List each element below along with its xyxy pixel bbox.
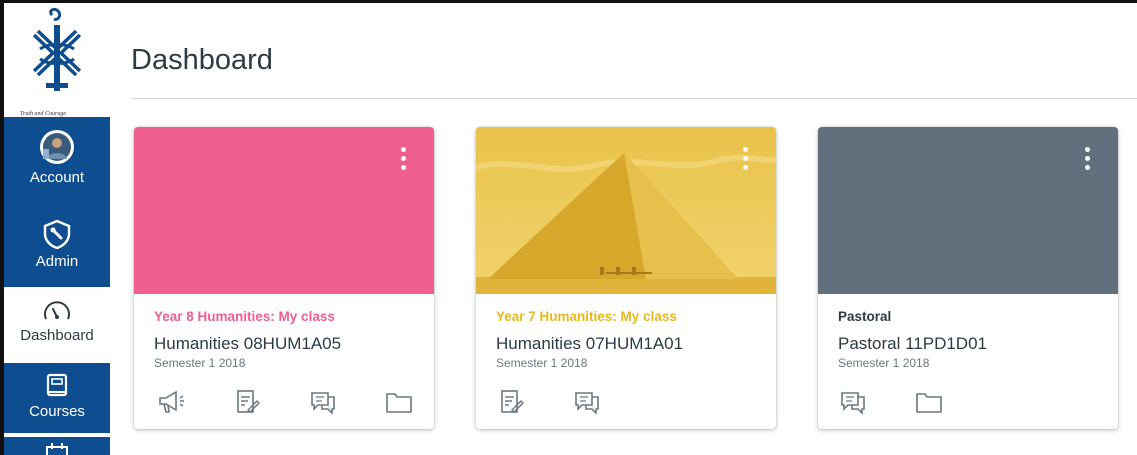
card-options-menu-icon[interactable]	[398, 147, 408, 177]
course-card-subtitle[interactable]: Pastoral	[838, 309, 1104, 324]
nav-label-courses: Courses	[29, 403, 85, 420]
nav-item-admin[interactable]: Admin	[4, 205, 110, 287]
discussions-icon[interactable]	[572, 388, 602, 416]
nav-item-account[interactable]: Account	[4, 117, 110, 205]
school-crest-icon	[32, 7, 82, 91]
assignments-icon[interactable]	[496, 388, 526, 416]
announcements-icon[interactable]	[156, 388, 186, 416]
school-logo[interactable]: Truth and Courage	[4, 3, 110, 121]
book-icon	[46, 373, 68, 397]
avatar	[40, 130, 74, 164]
course-card-title[interactable]: Pastoral 11PD1D01	[838, 334, 1104, 354]
nav-item-courses[interactable]: Courses	[4, 363, 110, 433]
discussions-icon[interactable]	[838, 388, 868, 416]
course-card-term: Semester 1 2018	[838, 356, 930, 370]
files-icon[interactable]	[914, 388, 944, 416]
course-card[interactable]: Year 8 Humanities: My class Humanities 0…	[134, 127, 434, 429]
course-card-subtitle[interactable]: Year 8 Humanities: My class	[154, 309, 420, 324]
course-card-title[interactable]: Humanities 08HUM1A05	[154, 334, 420, 354]
calendar-icon	[46, 443, 68, 455]
course-card-header[interactable]	[476, 127, 776, 294]
course-card-title[interactable]: Humanities 07HUM1A01	[496, 334, 762, 354]
course-card-header[interactable]	[134, 127, 434, 294]
global-navigation: Truth and Courage Account Admin Dashboar…	[4, 3, 110, 455]
course-card[interactable]: Year 7 Humanities: My class Humanities 0…	[476, 127, 776, 429]
assignments-icon[interactable]	[232, 388, 262, 416]
course-card-term: Semester 1 2018	[496, 356, 588, 370]
nav-item-calendar[interactable]	[4, 437, 110, 455]
nav-item-dashboard[interactable]: Dashboard	[4, 287, 110, 363]
card-options-menu-icon[interactable]	[1082, 147, 1092, 177]
course-card[interactable]: Pastoral Pastoral 11PD1D01 Semester 1 20…	[818, 127, 1118, 429]
course-card-header[interactable]	[818, 127, 1118, 294]
shield-icon	[43, 219, 71, 249]
page-title: Dashboard	[131, 44, 273, 76]
card-options-menu-icon[interactable]	[740, 147, 750, 177]
pyramid-photo	[476, 127, 776, 294]
header-divider	[131, 98, 1137, 99]
course-card-subtitle[interactable]: Year 7 Humanities: My class	[496, 309, 762, 324]
nav-label-admin: Admin	[35, 253, 79, 270]
discussions-icon[interactable]	[308, 388, 338, 416]
window-border-top	[0, 0, 1137, 3]
nav-label-dashboard: Dashboard	[20, 327, 94, 344]
nav-label-account: Account	[29, 169, 85, 186]
speedometer-icon	[44, 301, 70, 320]
files-icon[interactable]	[384, 388, 414, 416]
course-card-term: Semester 1 2018	[154, 356, 246, 370]
